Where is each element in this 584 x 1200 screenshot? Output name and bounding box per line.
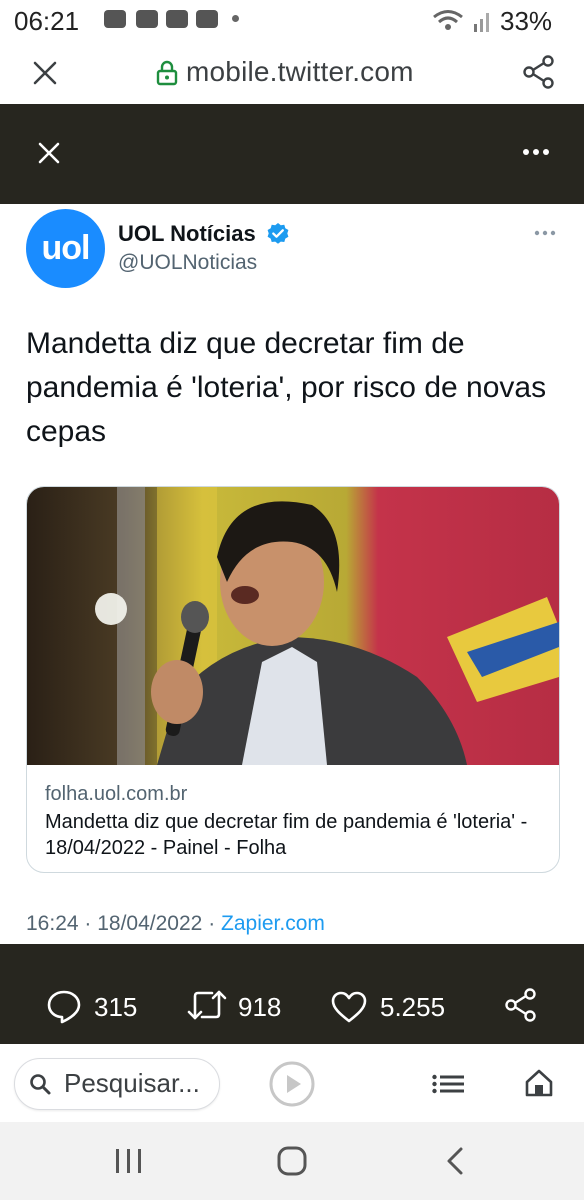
tweet-date[interactable]: 18/04/2022 <box>97 912 202 935</box>
tweet-action-bar <box>0 944 584 1044</box>
back-icon[interactable] <box>444 1146 466 1176</box>
search-icon[interactable] <box>28 1072 52 1096</box>
card-thumbnail-image <box>27 487 559 765</box>
tabs-list-icon[interactable] <box>432 1074 464 1094</box>
author-name[interactable]: UOL Notícias <box>118 221 256 247</box>
card-domain: folha.uol.com.br <box>45 783 188 805</box>
youtube-notification-icon <box>196 10 218 28</box>
tweet-time[interactable]: 16:24 <box>26 912 79 935</box>
share-tweet-icon[interactable] <box>504 988 538 1022</box>
author-handle[interactable]: @UOLNoticias <box>118 251 257 275</box>
meta-separator: · <box>208 912 222 935</box>
status-time: 06:21 <box>14 6 80 36</box>
play-icon[interactable] <box>268 1060 316 1108</box>
recent-apps-icon[interactable] <box>114 1148 144 1174</box>
retweet-count: 918 <box>238 992 282 1022</box>
media-overlay-header <box>0 104 584 204</box>
youtube-notification-icon <box>166 10 188 28</box>
close-icon[interactable] <box>38 142 60 164</box>
reply-icon[interactable] <box>46 988 82 1024</box>
close-tab-icon[interactable] <box>32 60 58 86</box>
avatar[interactable]: uol <box>26 209 105 288</box>
youtube-notification-icon <box>136 10 158 28</box>
url-text[interactable]: mobile.twitter.com <box>186 56 414 88</box>
home-icon[interactable] <box>524 1068 554 1098</box>
like-count: 5.255 <box>380 992 446 1022</box>
battery-level: 33% <box>500 6 553 36</box>
wifi-signal-icon <box>433 10 489 32</box>
meta-separator: · <box>84 912 98 935</box>
tweet-more-icon[interactable] <box>534 230 556 236</box>
retweet-icon[interactable] <box>186 988 228 1022</box>
verified-badge-icon <box>267 223 289 244</box>
share-icon[interactable] <box>522 55 556 89</box>
like-heart-icon[interactable] <box>330 990 368 1024</box>
secure-lock-icon <box>156 60 178 86</box>
gallery-notification-icon <box>104 10 126 28</box>
more-notifications-dot-icon <box>232 15 239 22</box>
status-bar <box>0 0 584 44</box>
more-options-icon[interactable] <box>522 148 550 156</box>
home-nav-icon[interactable] <box>276 1146 308 1176</box>
tweet-text: Mandetta diz que decretar fim de pandemi… <box>26 327 547 448</box>
tweet-timestamp: 16:24 · 18/04/2022 · Zapier.com <box>26 912 325 936</box>
reply-count: 315 <box>94 992 138 1022</box>
link-preview-card[interactable]: folha.uol.com.br Mandetta diz que decret… <box>26 486 560 873</box>
tweet-source-link[interactable]: Zapier.com <box>221 912 325 935</box>
search-placeholder[interactable]: Pesquisar... <box>64 1068 200 1099</box>
card-title: Mandetta diz que decretar fim de pandemi… <box>45 811 528 859</box>
